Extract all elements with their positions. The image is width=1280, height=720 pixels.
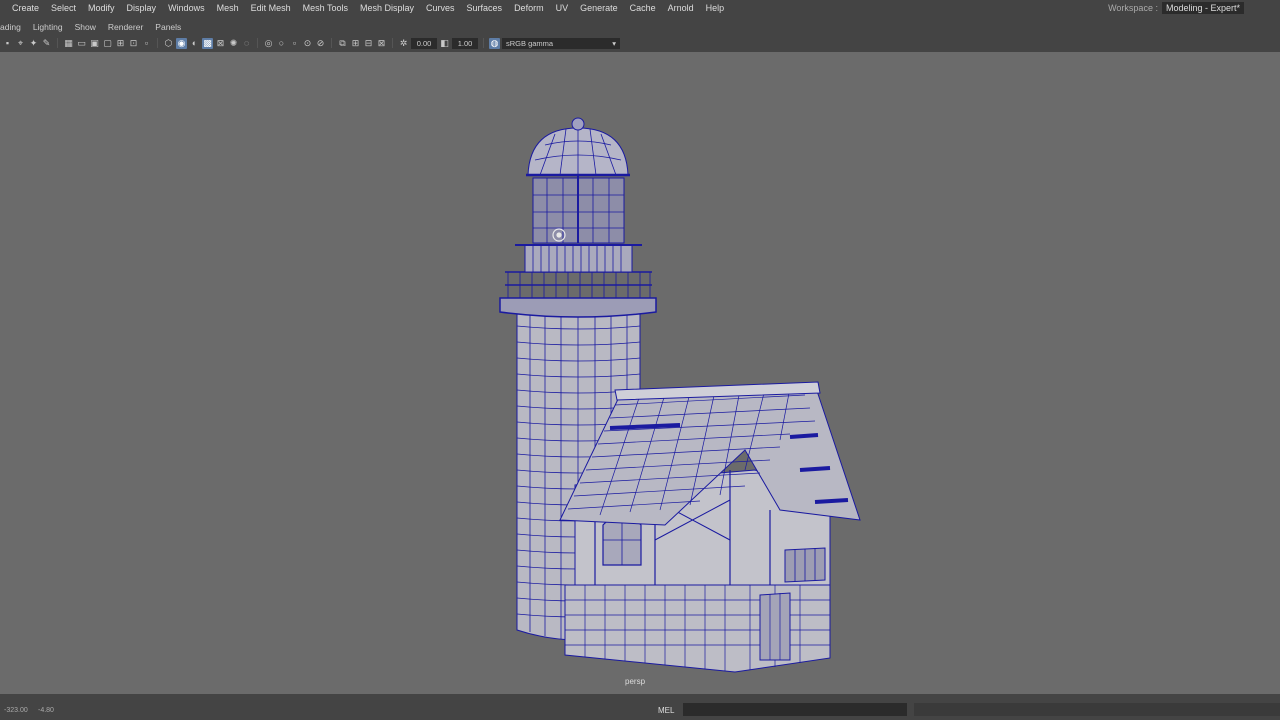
tower-balcony bbox=[499, 297, 657, 318]
camera-name-label: persp bbox=[625, 677, 646, 686]
dome-finial bbox=[571, 117, 585, 131]
coord-x-readout: -323.00 bbox=[4, 706, 28, 714]
house-door bbox=[759, 592, 791, 661]
command-line-bar: -323.00 -4.80 MEL bbox=[0, 700, 1280, 720]
scene-wireframe[interactable] bbox=[0, 0, 1280, 720]
mel-language-toggle[interactable]: MEL bbox=[658, 706, 674, 715]
command-result-field bbox=[914, 703, 1280, 716]
mel-command-input[interactable] bbox=[683, 703, 907, 716]
coord-y-readout: -4.80 bbox=[38, 706, 54, 714]
